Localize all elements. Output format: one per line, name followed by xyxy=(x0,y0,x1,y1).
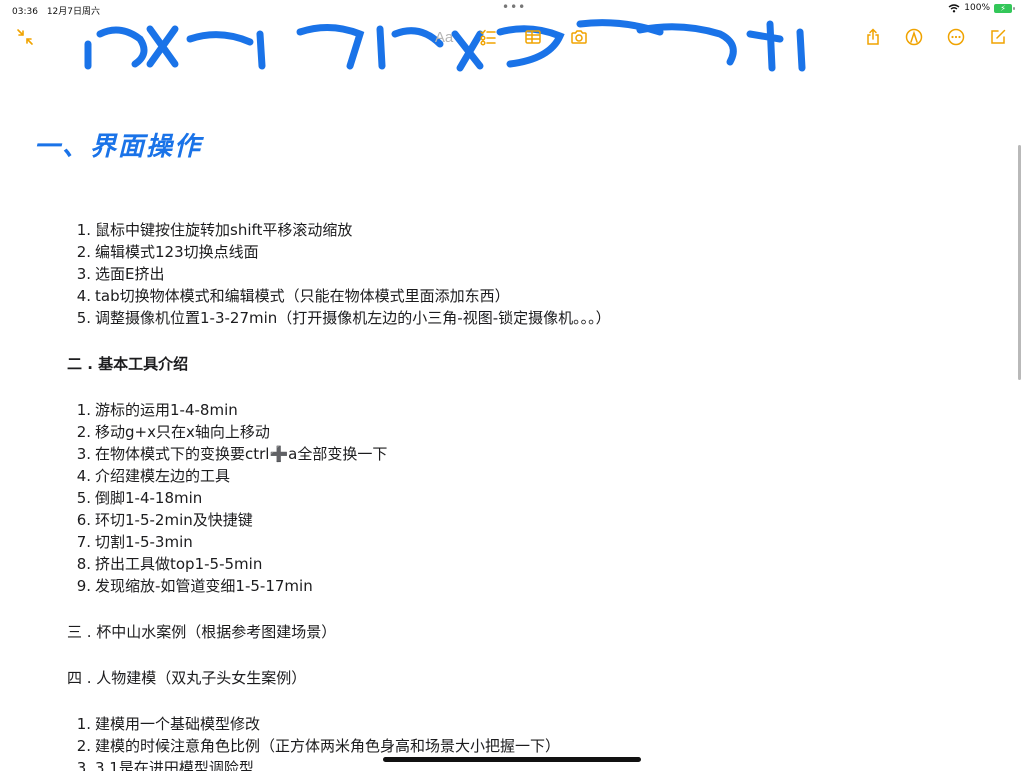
format-text-label: Aa xyxy=(434,28,454,46)
checklist-icon[interactable] xyxy=(475,24,501,50)
list-item[interactable]: 9. 发现缩放-如管道变细1-5-17min xyxy=(67,575,387,597)
list-item[interactable]: 2. 移动g+x只在x轴向上移动 xyxy=(67,421,387,443)
section3-title[interactable]: 三 . 杯中山水案例（根据参考图建场景） xyxy=(67,621,336,643)
list-item[interactable]: 1. 游标的运用1-4-8min xyxy=(67,399,387,421)
list-item[interactable]: 7. 切割1-5-3min xyxy=(67,531,387,553)
table-icon[interactable] xyxy=(520,24,546,50)
list-item[interactable]: 4. tab切换物体模式和编辑模式（只能在物体模式里面添加东西） xyxy=(67,285,611,307)
section2-title[interactable]: 二 . 基本工具介绍 xyxy=(67,353,188,375)
list-item[interactable]: 2. 编辑模式123切换点线面 xyxy=(67,241,611,263)
section4-list: 1. 建模用一个基础模型修改 2. 建模的时候注意角色比例（正方体两米角色身高和场景… xyxy=(67,713,560,771)
section2-list: 1. 游标的运用1-4-8min 2. 移动g+x只在x轴向上移动 3. 在物体模式下… xyxy=(67,399,388,597)
list-item[interactable]: 3. 在物体模式下的变换要ctrl➕a全部变换一下 xyxy=(67,443,388,465)
list-item[interactable]: 8. 挤出工具做top1-5-5min xyxy=(67,553,387,575)
scroll-indicator[interactable] xyxy=(1018,145,1021,380)
handwritten-heading: 一、界面操作 xyxy=(34,132,203,161)
compose-icon[interactable] xyxy=(985,24,1011,50)
list-item[interactable]: 1. 建模用一个基础模型修改 xyxy=(67,713,560,735)
status-time: 03:36 xyxy=(12,7,38,17)
markup-pen-icon[interactable] xyxy=(901,24,927,50)
handwritten-title-scribble xyxy=(84,19,806,72)
list-item[interactable]: 5. 倒脚1-4-18min xyxy=(67,487,387,509)
collapse-icon[interactable] xyxy=(12,24,38,50)
list-item[interactable]: 3. 选面E挤出 xyxy=(67,263,611,285)
section1-list: 1. 鼠标中键按住旋转加shift平移滚动缩放 2. 编辑模式123切换点线面 3.… xyxy=(67,219,611,329)
share-icon[interactable] xyxy=(860,24,886,50)
more-icon[interactable] xyxy=(943,24,969,50)
list-item[interactable]: 5. 调整摄像机位置1-3-27min（打开摄像机左边的小三角-视图-锁定摄像机… xyxy=(67,307,611,329)
home-indicator[interactable] xyxy=(383,757,641,762)
wifi-icon xyxy=(948,3,960,12)
battery-icon: ⚡ xyxy=(994,3,1015,13)
section4-title[interactable]: 四 . 人物建模（双丸子头女生案例） xyxy=(67,667,306,689)
list-item[interactable]: 4. 介绍建模左边的工具 xyxy=(67,465,387,487)
battery-percent: 100% xyxy=(964,3,990,13)
list-item[interactable]: 6. 环切1-5-2min及快捷键 xyxy=(67,509,387,531)
list-item[interactable]: 2. 建模的时候注意角色比例（正方体两米角色身高和场景大小把握一下） xyxy=(67,735,560,757)
format-text-button[interactable]: Aa xyxy=(431,24,457,50)
camera-icon[interactable] xyxy=(566,24,592,50)
list-item[interactable]: 1. 鼠标中键按住旋转加shift平移滚动缩放 xyxy=(67,219,611,241)
